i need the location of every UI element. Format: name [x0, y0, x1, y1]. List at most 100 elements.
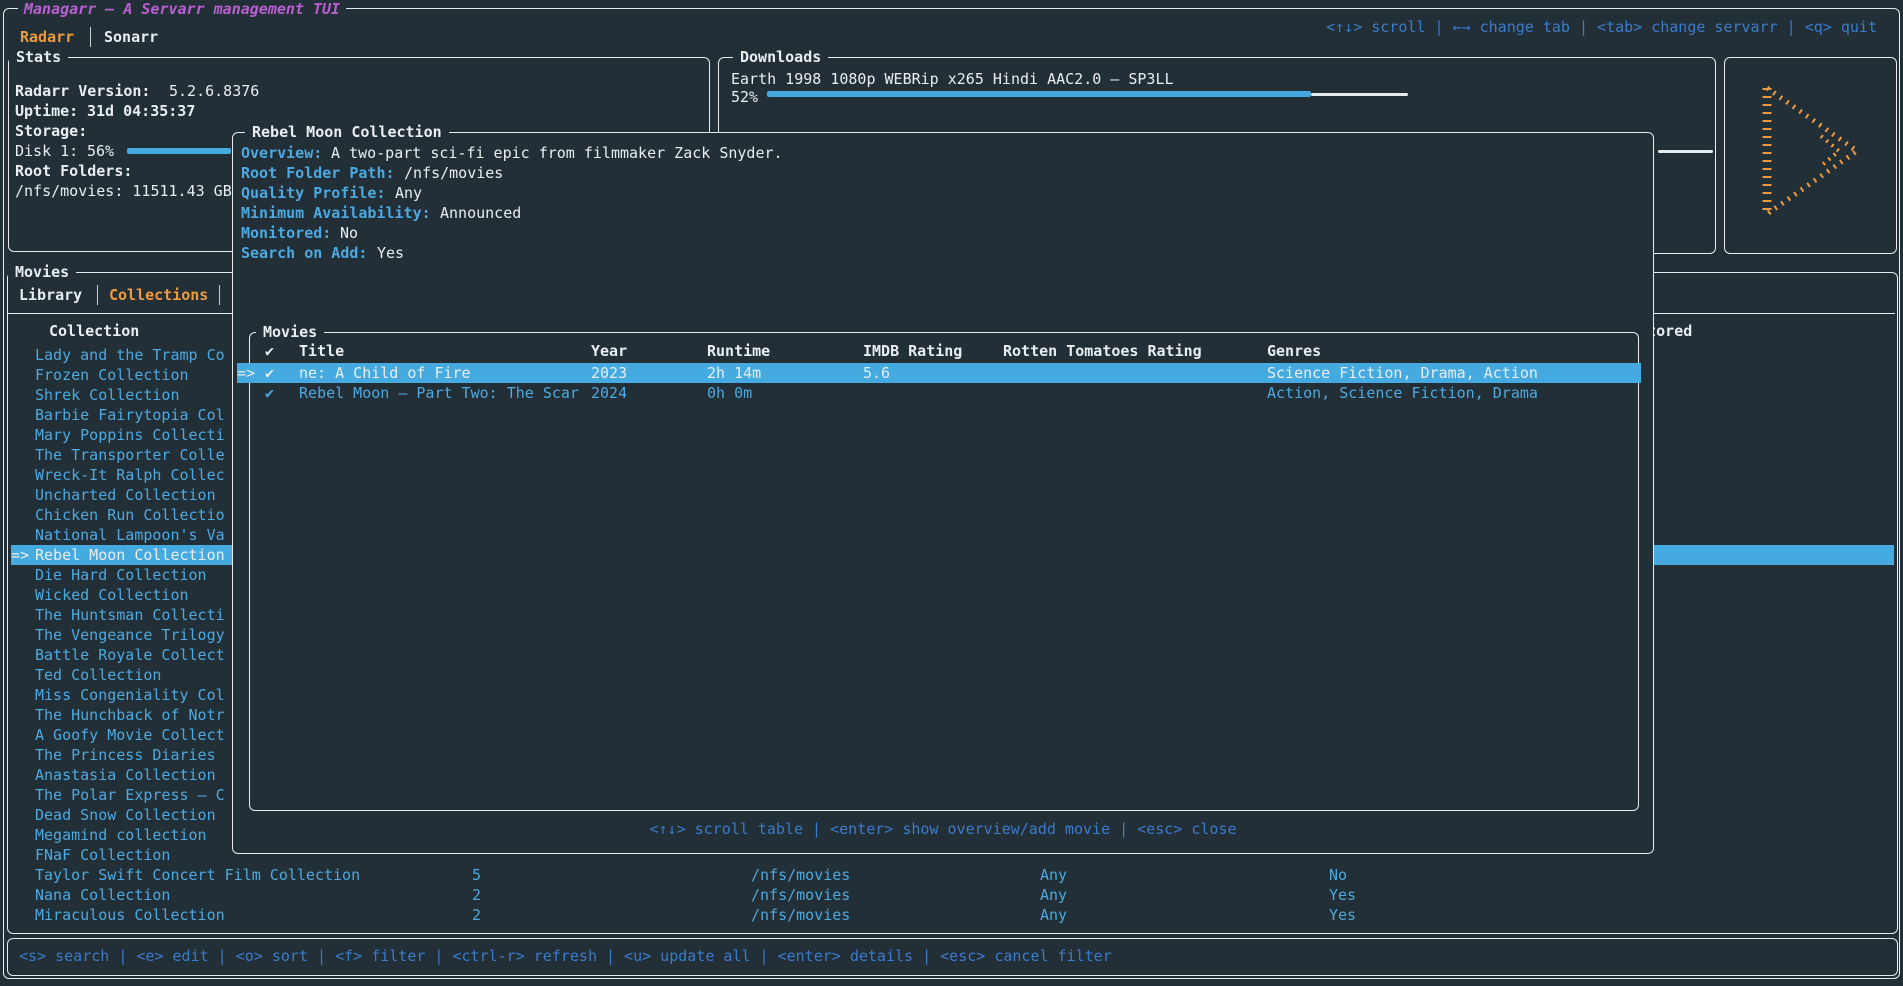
overview-value: A two-part sci-fi epic from filmmaker Za… [331, 143, 783, 163]
download-progress-track-2 [1658, 150, 1713, 153]
collection-details-popup: Rebel Moon Collection Overview: A two-pa… [232, 132, 1654, 854]
tab-collections[interactable]: Collections [109, 285, 208, 305]
collection-list-item[interactable]: The Princess Diaries [35, 745, 231, 765]
collection-list-item[interactable]: The Vengeance Trilogy [35, 625, 231, 645]
app-title: Managarr – A Servarr management TUI [18, 0, 346, 19]
download-progress-track [1311, 93, 1408, 96]
uptime-value: 31d 04:35:37 [87, 101, 195, 121]
row-collection-name: Nana Collection [35, 885, 170, 905]
download-item-percent: 52% [731, 87, 758, 107]
header-title[interactable]: Title [299, 341, 344, 361]
root-folder-path-value: /nfs/movies [404, 163, 503, 183]
collection-list-item[interactable]: Uncharted Collection [35, 485, 231, 505]
row-root-folder: /nfs/movies [751, 885, 850, 905]
collection-list-item[interactable]: Shrek Collection [35, 385, 231, 405]
disk-label: Disk 1: [15, 141, 78, 161]
download-progress-gauge [767, 91, 1311, 97]
tab-separator [90, 27, 91, 47]
managarr-app: Managarr – A Servarr management TUI <↑↓>… [0, 0, 1903, 986]
row-root-folder: /nfs/movies [751, 865, 850, 885]
popup-title: Rebel Moon Collection [245, 122, 449, 142]
collection-list-item[interactable]: Mary Poppins Collecti [35, 425, 231, 445]
row-monitored: Yes [1329, 905, 1356, 925]
managarr-logo-icon [1751, 76, 1871, 226]
minimum-availability-value: Announced [440, 203, 521, 223]
movie-title: Rebel Moon – Part Two: The Scar [299, 383, 579, 403]
collection-list-item[interactable]: Battle Royale Collect [35, 645, 231, 665]
collection-list-item[interactable]: The Huntsman Collecti [35, 605, 231, 625]
movie-row-marker: => [237, 363, 255, 383]
collection-list-item[interactable]: National Lampoon's Va [35, 525, 231, 545]
row-monitored: Yes [1329, 885, 1356, 905]
tab-library[interactable]: Library [19, 285, 82, 305]
collection-list-item-selected[interactable]: Rebel Moon Collection [35, 545, 231, 565]
movie-title: ne: A Child of Fire [299, 363, 471, 383]
row-collection-name: Miraculous Collection [35, 905, 225, 925]
collection-list-item[interactable]: The Hunchback of Notr [35, 705, 231, 725]
collection-list-item[interactable]: Dead Snow Collection [35, 805, 231, 825]
collection-list-item[interactable]: Chicken Run Collectio [35, 505, 231, 525]
storage-label: Storage: [15, 121, 87, 141]
bottom-keybindings: <s> search | <e> edit | <o> sort | <f> f… [19, 946, 1112, 966]
header-imdb-rating[interactable]: IMDB Rating [863, 341, 962, 361]
minimum-availability-label: Minimum Availability: [241, 203, 431, 223]
collection-list-item[interactable]: The Polar Express – C [35, 785, 231, 805]
row-monitored: No [1329, 865, 1347, 885]
popup-footer-keybindings: <↑↓> scroll table | <enter> show overvie… [233, 819, 1653, 839]
movie-genres: Science Fiction, Drama, Action [1267, 363, 1538, 383]
collection-list-item[interactable]: Anastasia Collection [35, 765, 231, 785]
row-collection-name: Taylor Swift Concert Film Collection [35, 865, 360, 885]
movie-genres: Action, Science Fiction, Drama [1267, 383, 1538, 403]
selected-collection-marker: => [11, 545, 29, 565]
header-year[interactable]: Year [591, 341, 627, 361]
overview-label: Overview: [241, 143, 322, 163]
collection-list-item[interactable]: The Transporter Colle [35, 445, 231, 465]
collection-list-item[interactable]: FNaF Collection [35, 845, 231, 865]
search-on-add-value: Yes [377, 243, 404, 263]
movies-tab-separator [97, 285, 98, 305]
disk-usage-gauge [127, 148, 231, 154]
row-movie-count: 2 [472, 885, 481, 905]
collection-list-item[interactable]: Frozen Collection [35, 365, 231, 385]
quality-profile-label: Quality Profile: [241, 183, 386, 203]
collection-list-item[interactable]: Die Hard Collection [35, 565, 231, 585]
row-movie-count: 2 [472, 905, 481, 925]
monitored-check-icon: ✔ [265, 363, 274, 383]
collection-list-item[interactable]: Megamind collection [35, 825, 231, 845]
collection-list-item[interactable]: Miss Congeniality Col [35, 685, 231, 705]
movie-runtime: 0h 0m [707, 383, 752, 403]
header-rotten-tomatoes[interactable]: Rotten Tomatoes Rating [1003, 341, 1202, 361]
monitored-check-icon: ✔ [265, 383, 274, 403]
movies-tab-separator-2 [219, 285, 220, 305]
collection-list-item[interactable]: Wreck-It Ralph Collec [35, 465, 231, 485]
root-folder-path-label: Root Folder Path: [241, 163, 395, 183]
radarr-version-label: Radarr Version: [15, 81, 150, 101]
monitored-value: No [340, 223, 358, 243]
popup-movies-table-panel: Movies [249, 332, 1639, 811]
collection-list-item[interactable]: Barbie Fairytopia Col [35, 405, 231, 425]
radarr-version-value: 5.2.6.8376 [169, 81, 259, 101]
movies-panel-title: Movies [8, 262, 76, 282]
row-root-folder: /nfs/movies [751, 905, 850, 925]
header-genres[interactable]: Genres [1267, 341, 1321, 361]
logo-panel [1724, 57, 1897, 254]
uptime-label: Uptime: [15, 101, 78, 121]
movie-year: 2023 [591, 363, 627, 383]
tab-sonarr[interactable]: Sonarr [104, 27, 158, 47]
monitored-label: Monitored: [241, 223, 331, 243]
collection-list-item[interactable]: Lady and the Tramp Co [35, 345, 231, 365]
disk-percent: 56% [87, 141, 114, 161]
header-runtime[interactable]: Runtime [707, 341, 770, 361]
row-movie-count: 5 [472, 865, 481, 885]
collections-header-collection: Collection [49, 321, 139, 341]
collection-list-item[interactable]: Ted Collection [35, 665, 231, 685]
tab-radarr[interactable]: Radarr [20, 27, 74, 47]
download-item-title[interactable]: Earth 1998 1080p WEBRip x265 Hindi AAC2.… [731, 69, 1174, 89]
collection-list-item[interactable]: A Goofy Movie Collect [35, 725, 231, 745]
top-keybindings: <↑↓> scroll | ←→ change tab | <tab> chan… [1326, 17, 1877, 37]
header-check: ✔ [265, 341, 274, 361]
collection-list-item[interactable]: Wicked Collection [35, 585, 231, 605]
quality-profile-value: Any [395, 183, 422, 203]
movie-runtime: 2h 14m [707, 363, 761, 383]
bottom-keybinding-bar: <s> search | <e> edit | <o> sort | <f> f… [7, 938, 1898, 976]
